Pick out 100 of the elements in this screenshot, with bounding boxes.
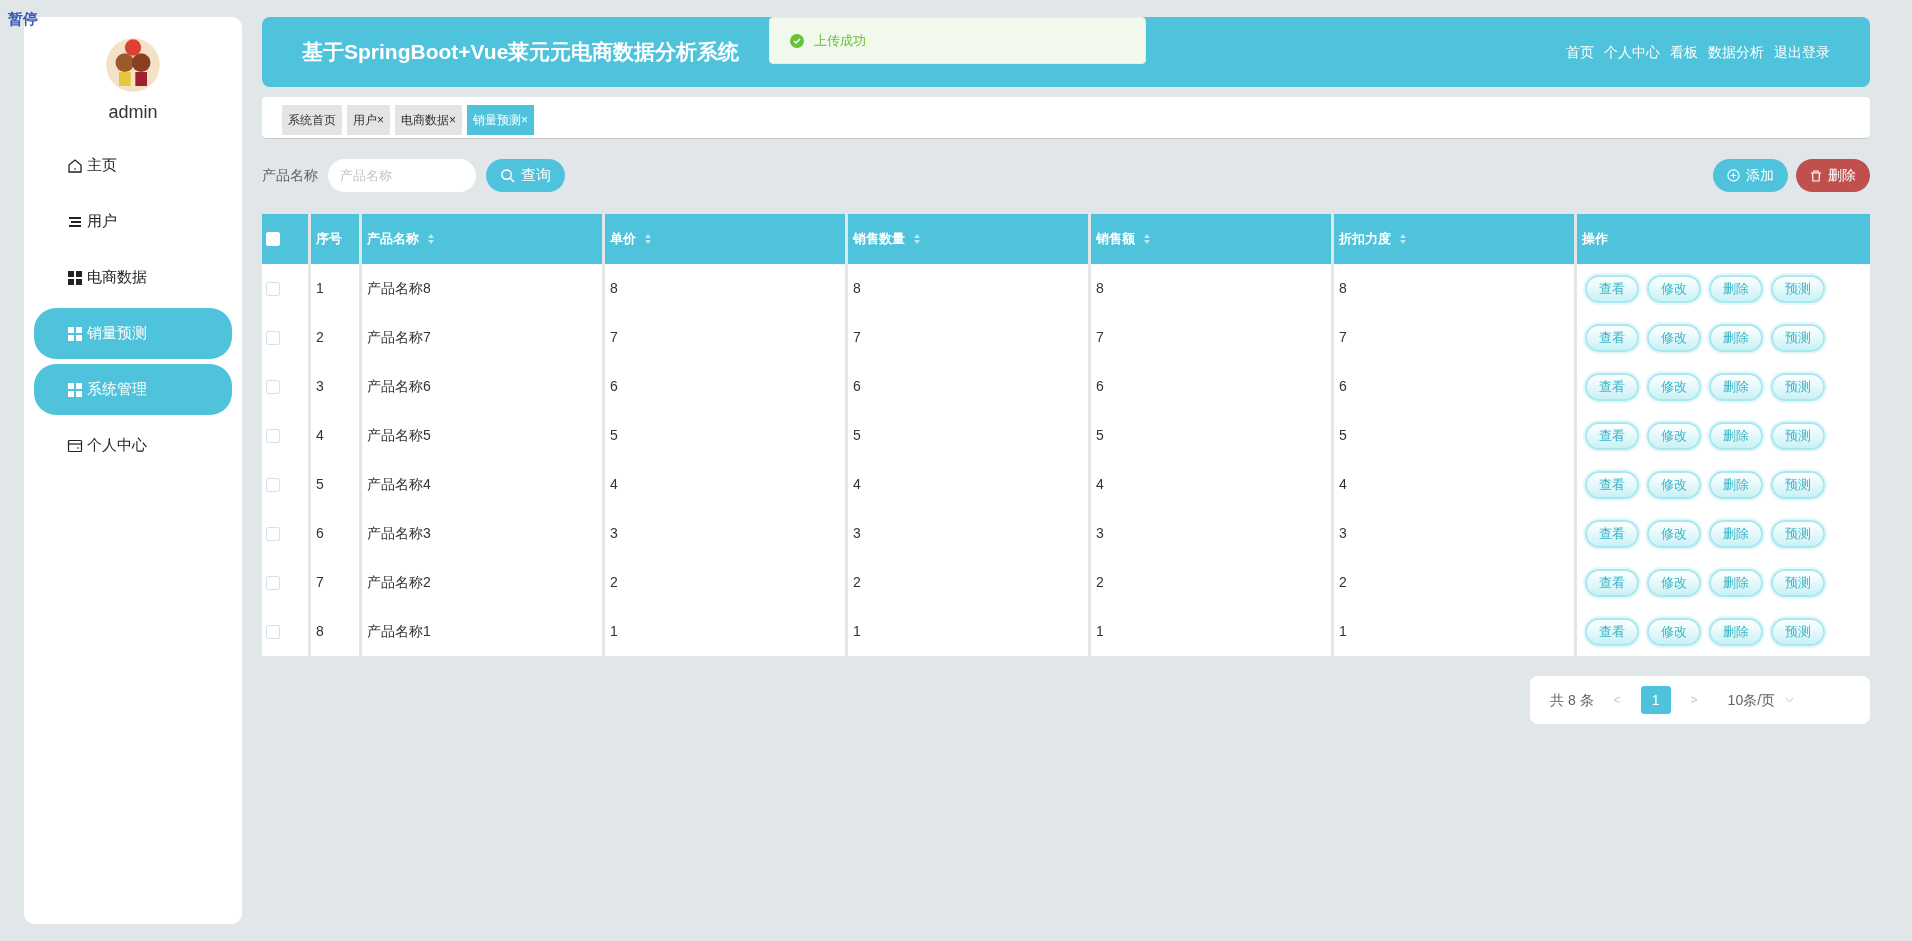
table-cell: 产品名称6 [362,362,602,411]
action-button[interactable]: 预测 [1771,519,1825,548]
sort-icon[interactable] [1143,233,1151,245]
search-button[interactable]: 查询 [486,159,565,192]
sidebar-item[interactable]: 销量预测 [34,308,232,359]
table-cell: 2 [1334,558,1574,607]
tab[interactable]: 电商数据× [395,105,463,135]
column-header: 操作 [1577,214,1870,264]
sort-icon[interactable] [427,233,435,245]
table-cell: 产品名称4 [362,460,602,509]
action-button[interactable]: 修改 [1647,568,1701,597]
page-size-select[interactable]: 10条/页 [1727,689,1795,711]
nav-link[interactable]: 看板 [1670,41,1698,63]
table-cell: 4 [1334,460,1574,509]
table-cell: 3 [1091,509,1331,558]
checkbox[interactable] [266,477,280,492]
action-button[interactable]: 查看 [1585,372,1639,401]
table-cell: 3 [848,509,1088,558]
nav-link[interactable]: 首页 [1566,41,1594,63]
action-button[interactable]: 修改 [1647,323,1701,352]
action-button[interactable]: 预测 [1771,274,1825,303]
tab[interactable]: 用户× [347,105,390,135]
table-cell: 6 [1334,362,1574,411]
nav-link[interactable]: 数据分析 [1708,41,1764,63]
table-cell: 7 [605,313,845,362]
sort-icon[interactable] [913,233,921,245]
action-button[interactable]: 修改 [1647,421,1701,450]
checkbox[interactable] [266,624,280,639]
action-button[interactable]: 查看 [1585,519,1639,548]
sort-icon[interactable] [644,233,652,245]
action-button[interactable]: 预测 [1771,470,1825,499]
checkbox[interactable] [266,330,280,345]
table-cell: 产品名称8 [362,264,602,313]
action-button[interactable]: 查看 [1585,323,1639,352]
action-button[interactable]: 修改 [1647,372,1701,401]
table-cell: 产品名称1 [362,607,602,656]
action-button[interactable]: 修改 [1647,470,1701,499]
table-cell: 产品名称5 [362,411,602,460]
action-button[interactable]: 删除 [1709,421,1763,450]
next-page-button[interactable]: > [1690,691,1698,709]
nav-link[interactable]: 个人中心 [1604,41,1660,63]
search-field[interactable]: 产品名称 [328,159,476,192]
table-cell: 6 [605,362,845,411]
action-button[interactable]: 修改 [1647,274,1701,303]
tab[interactable]: 系统首页 [282,105,342,135]
checkbox[interactable] [266,428,280,443]
checkbox[interactable] [266,379,280,394]
table-cell: 4 [311,411,359,460]
tab[interactable]: 销量预测× [467,105,535,135]
action-button[interactable]: 查看 [1585,568,1639,597]
sidebar-item[interactable]: 用户 [34,196,232,247]
column-header[interactable]: 销售额 [1091,214,1331,264]
action-button[interactable]: 查看 [1585,274,1639,303]
checkbox[interactable] [266,281,280,296]
column-header[interactable]: 产品名称 [362,214,602,264]
table-cell: 5 [1091,411,1331,460]
sidebar-item[interactable]: 个人中心 [34,420,232,471]
prev-page-button[interactable]: < [1613,691,1621,709]
action-button[interactable]: 删除 [1709,274,1763,303]
sidebar-item[interactable]: 主页 [34,140,232,191]
sidebar-item[interactable]: 系统管理 [34,364,232,415]
table-cell: 4 [605,460,845,509]
table-cell: 2 [1091,558,1331,607]
table-cell: 5 [848,411,1088,460]
add-button[interactable]: 添加 [1713,159,1788,192]
delete-button[interactable]: 删除 [1796,159,1870,192]
sidebar-item[interactable]: 电商数据 [34,252,232,303]
action-button[interactable]: 查看 [1585,421,1639,450]
column-header[interactable]: 单价 [605,214,845,264]
checkbox[interactable] [266,526,280,541]
page-button[interactable]: 1 [1640,686,1671,714]
nav-link[interactable]: 退出登录 [1774,41,1830,63]
username: admin [108,101,158,124]
action-button[interactable]: 删除 [1709,617,1763,646]
action-button[interactable]: 删除 [1709,372,1763,401]
action-button[interactable]: 查看 [1585,470,1639,499]
action-button[interactable]: 修改 [1647,519,1701,548]
action-button[interactable]: 删除 [1709,470,1763,499]
action-button[interactable]: 删除 [1709,568,1763,597]
table-cell: 7 [1091,313,1331,362]
action-button[interactable]: 预测 [1771,323,1825,352]
action-button[interactable]: 预测 [1771,617,1825,646]
column-header[interactable]: 折扣力度 [1334,214,1574,264]
search-label: 产品名称 [262,166,318,185]
action-button[interactable]: 预测 [1771,421,1825,450]
action-button[interactable]: 预测 [1771,372,1825,401]
action-button[interactable]: 预测 [1771,568,1825,597]
toast-message: 上传成功 [814,31,866,50]
avatar-icon [105,37,161,93]
table-cell: 6 [1091,362,1331,411]
column-header[interactable]: 销售数量 [848,214,1088,264]
action-button[interactable]: 修改 [1647,617,1701,646]
checkbox[interactable] [266,575,280,590]
action-button[interactable]: 删除 [1709,519,1763,548]
table-cell: 产品名称3 [362,509,602,558]
success-icon [790,33,804,48]
action-button[interactable]: 删除 [1709,323,1763,352]
sort-icon[interactable] [1399,233,1407,245]
column-header: 序号 [311,214,359,264]
action-button[interactable]: 查看 [1585,617,1639,646]
